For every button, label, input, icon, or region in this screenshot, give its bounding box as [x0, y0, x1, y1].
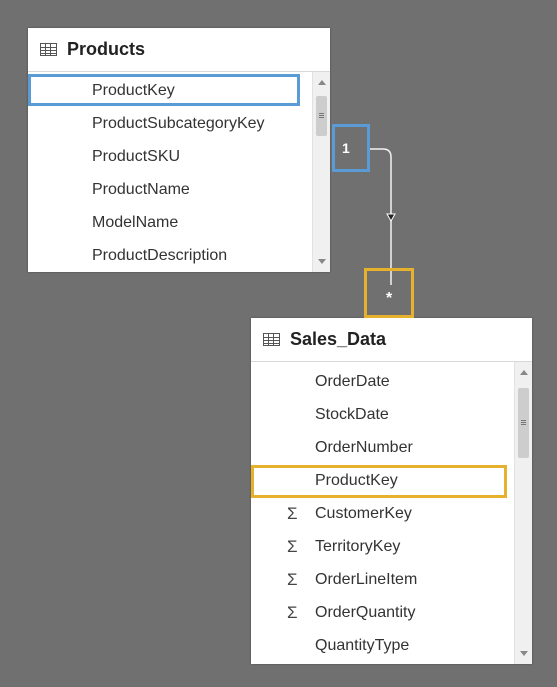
field-row[interactable]: ProductSubcategoryKey — [28, 107, 312, 140]
field-label: ModelName — [92, 213, 179, 231]
field-label: OrderDate — [315, 372, 390, 390]
sales-data-table-title: Sales_Data — [290, 329, 387, 349]
scroll-thumb[interactable] — [316, 96, 327, 136]
sigma-icon: Σ — [287, 503, 298, 523]
field-row[interactable]: OrderDate — [251, 365, 514, 398]
sigma-icon: Σ — [287, 569, 298, 589]
table-icon — [40, 43, 57, 56]
products-productkey-highlight — [28, 74, 300, 106]
table-icon — [263, 333, 280, 346]
field-label: OrderLineItem — [315, 570, 418, 588]
sales-data-productkey-highlight — [251, 465, 507, 498]
sigma-icon: Σ — [287, 536, 298, 556]
field-row[interactable]: Σ TerritoryKey — [251, 530, 514, 563]
field-row[interactable]: QuantityType — [251, 629, 514, 662]
field-label: TerritoryKey — [315, 537, 401, 555]
one-side-highlight — [332, 124, 370, 172]
products-table-header[interactable]: Products — [28, 28, 330, 72]
field-label: ProductName — [92, 180, 190, 198]
field-row[interactable]: ModelName — [28, 206, 312, 239]
field-label: StockDate — [315, 405, 389, 423]
field-row[interactable]: Σ OrderQuantity — [251, 596, 514, 629]
field-row[interactable]: ProductSKU — [28, 140, 312, 173]
field-row[interactable]: Σ OrderLineItem — [251, 563, 514, 596]
sales-data-field-list: OrderDate StockDate OrderNumber ProductKey Σ… — [251, 362, 514, 664]
field-row[interactable]: Σ CustomerKey — [251, 497, 514, 530]
field-row[interactable]: ProductName — [28, 173, 312, 206]
scroll-down-icon[interactable] — [318, 259, 326, 264]
field-label: QuantityType — [315, 636, 410, 654]
field-row[interactable]: StockDate — [251, 398, 514, 431]
products-table-title: Products — [67, 39, 146, 59]
field-label: ProductSKU — [92, 147, 181, 165]
sales-data-scrollbar[interactable] — [514, 362, 532, 664]
products-scrollbar[interactable] — [312, 72, 330, 272]
many-side-cardinality-label: * — [386, 290, 393, 307]
field-label: ProductSubcategoryKey — [92, 114, 265, 132]
products-table-card[interactable]: Products ProductKey ProductSubcategoryKey… — [28, 28, 330, 272]
scroll-down-icon[interactable] — [520, 651, 528, 656]
scroll-up-icon[interactable] — [520, 370, 528, 375]
field-label: ProductDescription — [92, 246, 228, 264]
field-row[interactable]: OrderNumber — [251, 431, 514, 464]
sales-data-table-header[interactable]: Sales_Data — [251, 318, 532, 362]
field-label: CustomerKey — [315, 504, 412, 522]
scroll-up-icon[interactable] — [318, 80, 326, 85]
scroll-thumb[interactable] — [518, 388, 529, 458]
cross-filter-arrow-icon — [386, 213, 396, 223]
field-row[interactable]: ProductDescription — [28, 239, 312, 272]
one-side-cardinality-label: 1 — [342, 140, 350, 156]
field-label: OrderQuantity — [315, 603, 416, 621]
sigma-icon: Σ — [287, 602, 298, 622]
field-label: OrderNumber — [315, 438, 413, 456]
